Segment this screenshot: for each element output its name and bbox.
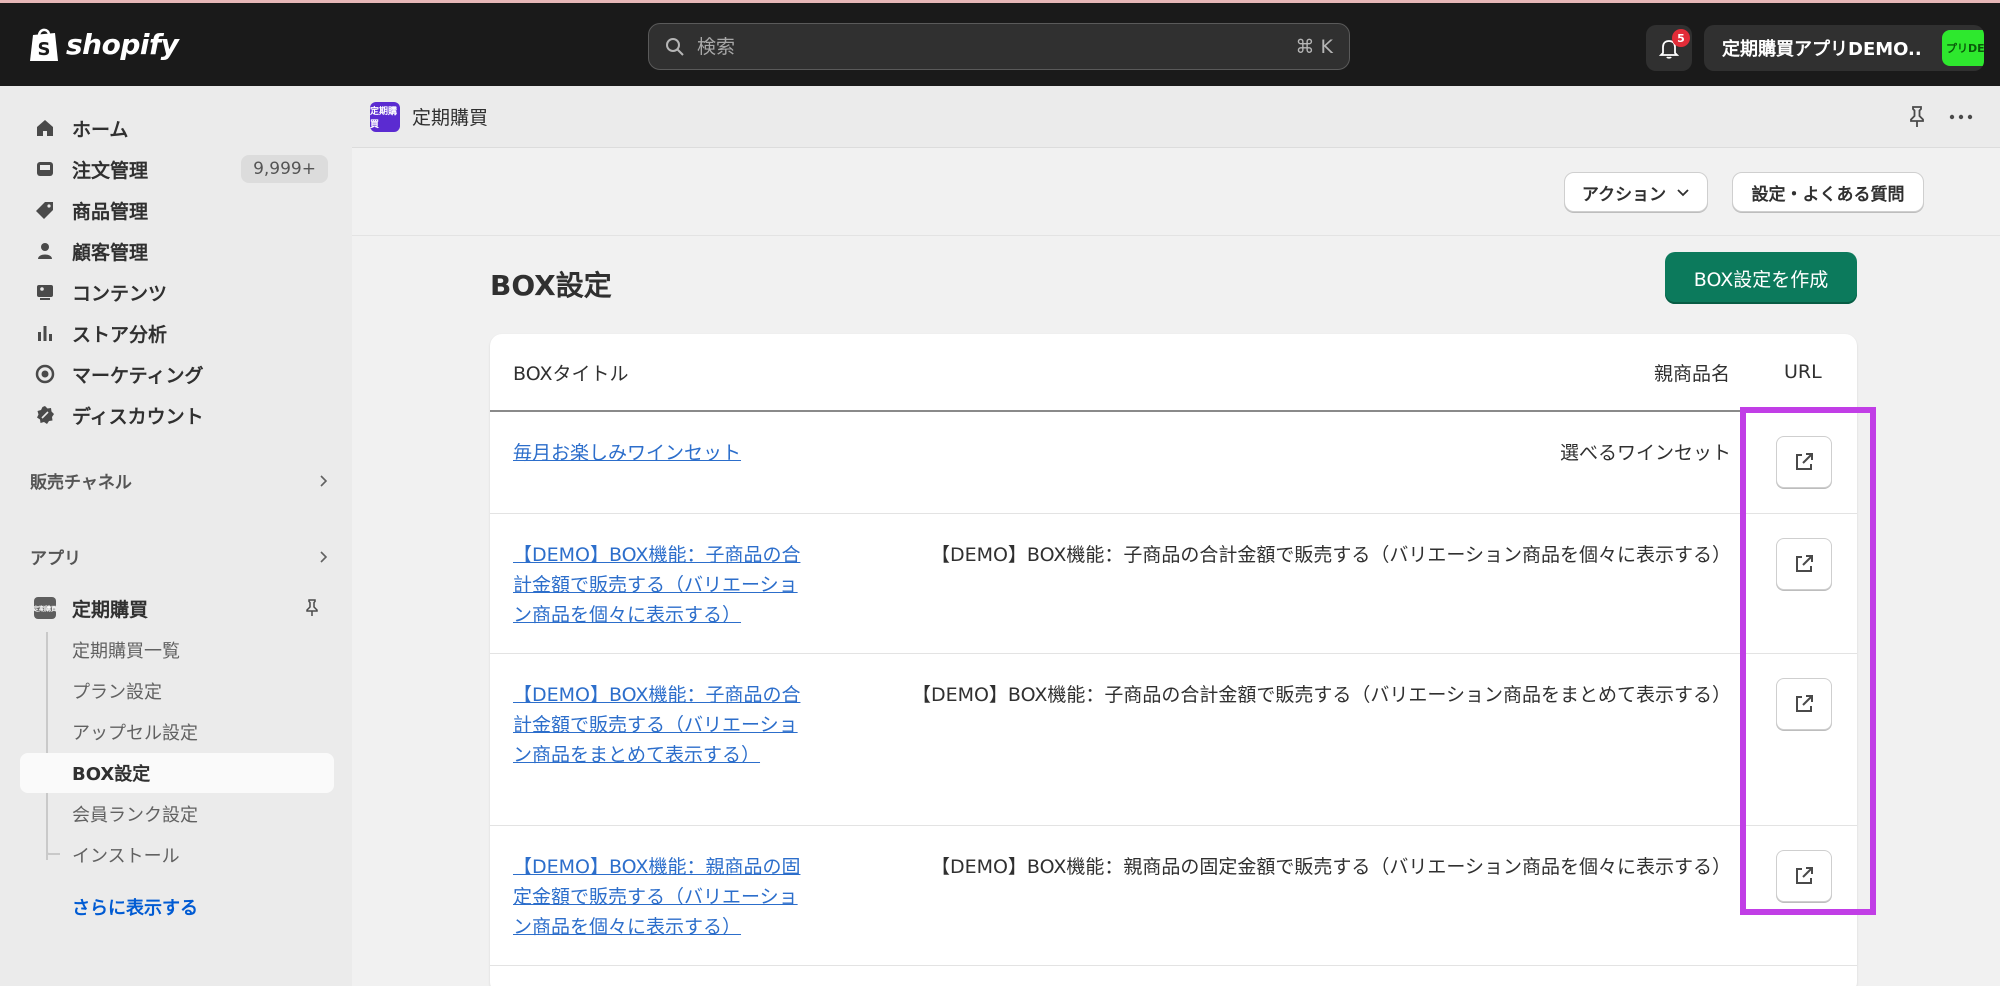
- logo-text: shopify: [66, 27, 179, 61]
- box-title-link[interactable]: 毎月お楽しみワインセット: [513, 438, 803, 468]
- sidebar-item-label: 商品管理: [72, 200, 149, 223]
- box-title-link[interactable]: 【DEMO】BOX機能：親商品の固定金額で販売する（バリエーション商品を個々に表…: [513, 852, 803, 942]
- pin-icon[interactable]: [302, 598, 322, 618]
- external-link-icon: [1796, 555, 1813, 572]
- sidebar: ホーム 注文管理 9,999+ 商品管理 顧客管理 コンテンツ ストア分析 マー…: [0, 86, 352, 986]
- external-link-icon: [1796, 695, 1813, 712]
- bar-chart-icon: [34, 322, 56, 344]
- page-title: BOX設定: [490, 269, 612, 302]
- chevron-right-icon: [320, 550, 328, 563]
- open-url-button[interactable]: [1776, 850, 1832, 902]
- search-bar[interactable]: ⌘ K: [648, 23, 1350, 70]
- parent-product-name: 【DEMO】BOX機能：子商品の合計金額で販売する（バリエーション商品をまとめて…: [911, 684, 1731, 706]
- box-table-card: BOXタイトル 親商品名 URL 毎月お楽しみワインセット 選べるワインセット …: [490, 334, 1857, 986]
- sidebar-sub-item-box-settings[interactable]: BOX設定: [20, 753, 334, 793]
- chevron-right-icon: [320, 474, 328, 487]
- sidebar-item-products[interactable]: 商品管理: [20, 190, 334, 230]
- show-more-link[interactable]: さらに表示する: [72, 894, 198, 920]
- app-header: 定期購買 定期購買: [352, 86, 2000, 148]
- search-input[interactable]: [697, 35, 1296, 58]
- sidebar-item-label: コンテンツ: [72, 282, 168, 305]
- sidebar-item-orders[interactable]: 注文管理 9,999+: [20, 149, 334, 189]
- sidebar-item-label: 顧客管理: [72, 241, 149, 264]
- box-title-link[interactable]: 【DEMO】BOX機能：子商品の合計金額で販売する（バリエーション商品を個々に表…: [513, 540, 803, 630]
- sidebar-item-discounts[interactable]: ディスカウント: [20, 395, 334, 435]
- sidebar-sub-item-plans[interactable]: プラン設定: [20, 671, 334, 711]
- app-title: 定期購買: [412, 107, 489, 129]
- sidebar-item-label: ディスカウント: [72, 405, 204, 428]
- sidebar-sub-item-install[interactable]: インストール: [20, 835, 334, 875]
- svg-text:定期購買: 定期購買: [34, 605, 56, 613]
- sidebar-sub-item-upsell[interactable]: アップセル設定: [20, 712, 334, 752]
- sidebar-item-marketing[interactable]: マーケティング: [20, 354, 334, 394]
- actions-label: アクション: [1581, 184, 1667, 205]
- chevron-down-icon: [1677, 189, 1689, 197]
- apps-label: アプリ: [30, 549, 81, 569]
- sidebar-item-content[interactable]: コンテンツ: [20, 272, 334, 312]
- image-icon: [34, 281, 56, 303]
- parent-product-name: 【DEMO】BOX機能：親商品の固定金額で販売する（バリエーション商品を個々に表…: [930, 856, 1731, 878]
- discount-icon: [34, 404, 56, 426]
- svg-text:S: S: [38, 39, 51, 60]
- sidebar-item-label: 注文管理: [72, 159, 149, 182]
- sidebar-sub-item-member-rank[interactable]: 会員ランク設定: [20, 794, 334, 834]
- apps-header[interactable]: アプリ: [30, 544, 330, 569]
- main-area: 定期購買 定期購買 アクション 設定・よくある質問 BOX設定 BOX設定を作成…: [352, 86, 2000, 986]
- sidebar-sub-item-subscription-list[interactable]: 定期購買一覧: [20, 630, 334, 670]
- page-content: BOX設定 BOX設定を作成 BOXタイトル 親商品名 URL 毎月お楽しみワイ…: [352, 236, 2000, 986]
- sidebar-item-customers[interactable]: 顧客管理: [20, 231, 334, 271]
- shopify-bag-icon: S: [30, 28, 58, 61]
- parent-product-name: 選べるワインセット: [1559, 442, 1731, 464]
- sidebar-item-label: マーケティング: [72, 364, 204, 387]
- top-bar: S shopify ⌘ K 5 定期購買アプリDEMO... プリDE: [0, 0, 2000, 86]
- sales-channels-header[interactable]: 販売チャネル: [30, 468, 330, 493]
- shopify-logo[interactable]: S shopify: [28, 25, 179, 63]
- open-url-button[interactable]: [1776, 678, 1832, 730]
- table-row: 【DEMO】BOX機能：子商品の合計金額で販売する（バリエーション商品を個々に表…: [490, 514, 1857, 654]
- open-url-button[interactable]: [1776, 538, 1832, 590]
- box-title-link[interactable]: 【DEMO】BOX機能：子商品の合計金額で販売する（バリエーション商品をまとめて…: [513, 680, 803, 770]
- table-row: 【DEMO】BOX機能：子商品の合計金額で販売する（バリエーション商品をまとめて…: [490, 654, 1857, 826]
- sidebar-item-analytics[interactable]: ストア分析: [20, 313, 334, 353]
- column-header-url: URL: [1784, 361, 1822, 383]
- create-box-button[interactable]: BOX設定を作成: [1665, 252, 1857, 304]
- notifications-button[interactable]: 5: [1646, 25, 1692, 71]
- store-menu-button[interactable]: 定期購買アプリDEMO... プリDE: [1704, 25, 1984, 71]
- search-icon: [666, 37, 684, 56]
- pin-icon[interactable]: [1904, 104, 1930, 130]
- inbox-icon: [34, 158, 56, 180]
- table-row: 毎月お楽しみワインセット 選べるワインセット: [490, 412, 1857, 514]
- external-link-icon: [1796, 453, 1813, 470]
- tag-icon: [34, 199, 56, 221]
- app-icon: 定期購買: [370, 102, 400, 132]
- column-header-title: BOXタイトル: [513, 362, 629, 385]
- search-shortcut: ⌘ K: [1295, 35, 1334, 58]
- more-options-icon[interactable]: [1946, 104, 1976, 130]
- external-link-icon: [1796, 867, 1813, 884]
- home-icon: [34, 117, 56, 139]
- sidebar-item-app-subscription[interactable]: 定期購買 定期購買: [20, 588, 334, 628]
- store-name: 定期購買アプリDEMO...: [1722, 39, 1922, 60]
- open-url-button[interactable]: [1776, 436, 1832, 488]
- action-bar: アクション 設定・よくある質問: [352, 148, 2000, 236]
- person-icon: [34, 240, 56, 262]
- settings-faq-button[interactable]: 設定・よくある質問: [1732, 172, 1924, 212]
- table-row: 【DEMO】BOX機能：親商品の固定金額で販売する（バリエーション商品を個々に表…: [490, 826, 1857, 966]
- app-logo-icon: 定期購買: [34, 597, 56, 619]
- sidebar-item-label: 定期購買: [72, 598, 149, 621]
- parent-product-name: 【DEMO】BOX機能：子商品の合計金額で販売する（バリエーション商品を個々に表…: [930, 544, 1731, 566]
- actions-dropdown-button[interactable]: アクション: [1564, 172, 1708, 212]
- sidebar-item-home[interactable]: ホーム: [20, 108, 334, 148]
- notification-count-badge: 5: [1672, 29, 1690, 47]
- target-icon: [34, 363, 56, 385]
- sidebar-item-label: ストア分析: [72, 323, 168, 346]
- sidebar-item-label: ホーム: [72, 118, 129, 141]
- store-avatar: プリDE: [1942, 30, 1984, 66]
- orders-count-badge: 9,999+: [241, 155, 328, 183]
- sales-channels-label: 販売チャネル: [30, 473, 132, 493]
- column-header-parent: 親商品名: [1654, 362, 1731, 385]
